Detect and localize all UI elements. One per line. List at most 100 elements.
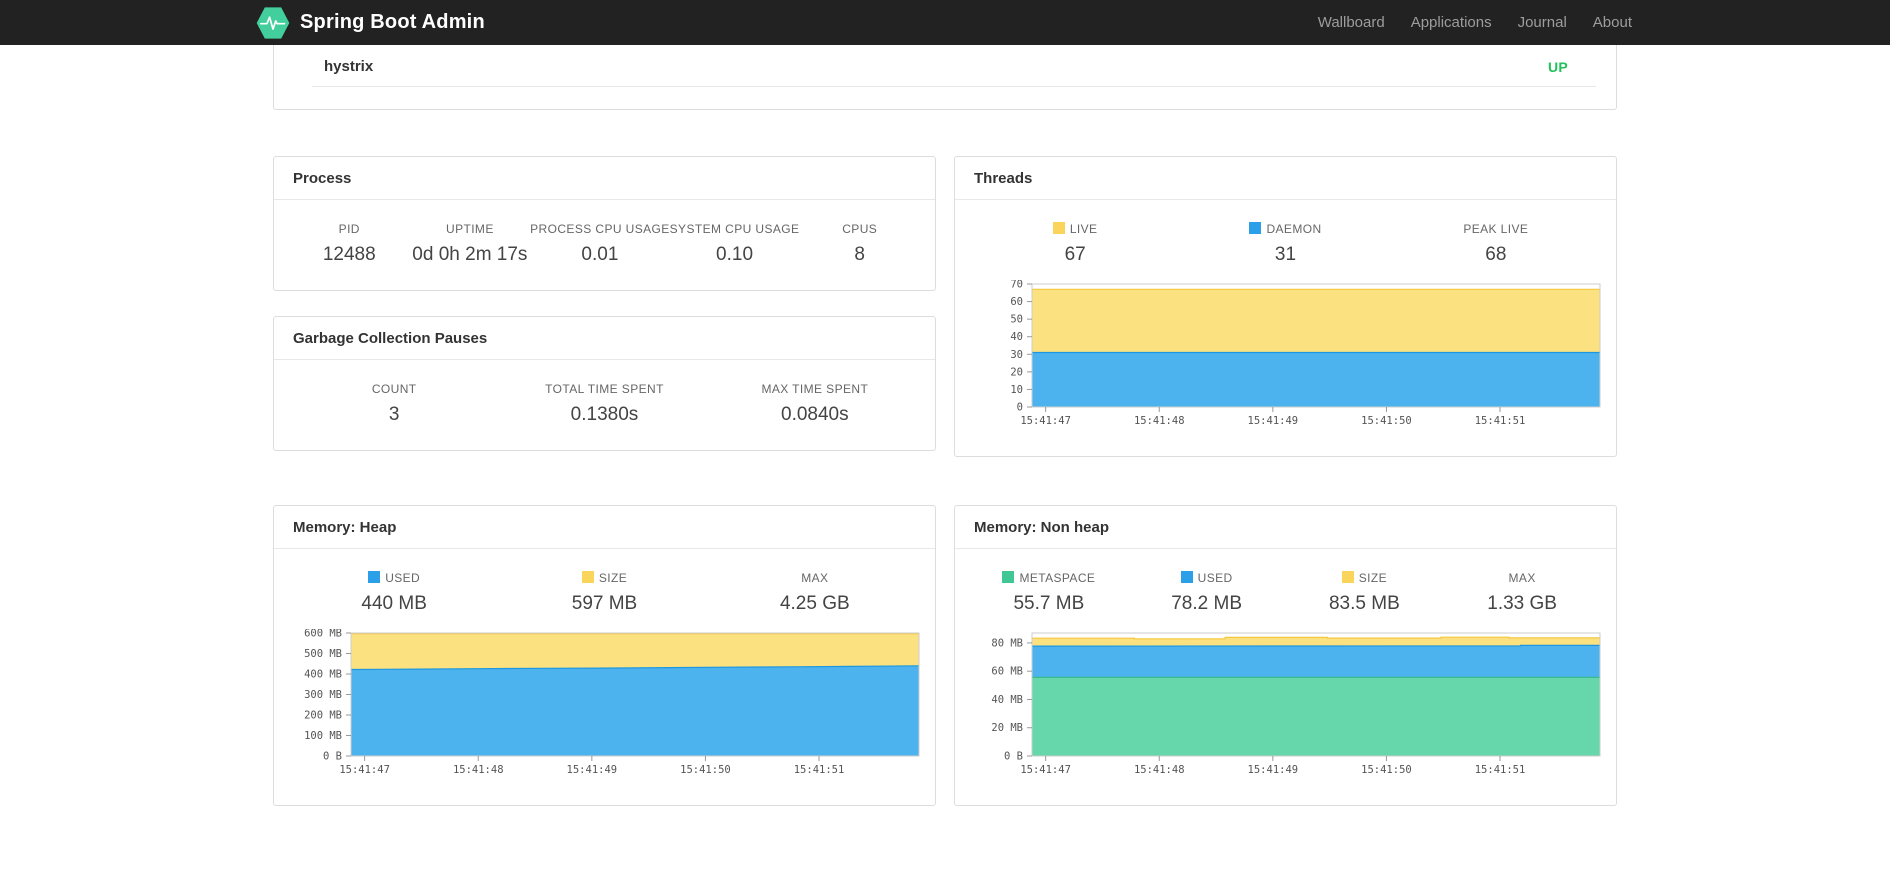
memory-nonheap-panel: Memory: Non heap METASPACE 55.7 MB USED 78.… <box>954 505 1617 806</box>
stat-value: 1.33 GB <box>1487 593 1557 614</box>
stat-label: COUNT <box>371 382 417 396</box>
memory-nonheap-stats: METASPACE 55.7 MB USED 78.2 MB SIZE 83.5 MB MA… <box>970 571 1601 615</box>
svg-text:60 MB: 60 MB <box>991 666 1023 678</box>
svg-text:0 B: 0 B <box>1004 751 1023 763</box>
process-panel: Process PID 12488 UPTIME 0d 0h 2m 17s PROCES… <box>273 156 936 291</box>
stat-value: 55.7 MB <box>1013 593 1085 614</box>
application-name-link[interactable]: hystrix <box>324 58 373 75</box>
stat-label: PID <box>338 222 360 236</box>
stat-process-cpu-usage: PROCESS CPU USAGE 0.01 <box>530 222 670 266</box>
gc-stats: COUNT 3 TOTAL TIME SPENT 0.1380s MAX TIME SP… <box>289 382 920 426</box>
process-panel-title: Process <box>274 157 935 200</box>
stat-value: 4.25 GB <box>779 593 850 614</box>
svg-text:15:41:51: 15:41:51 <box>794 764 845 776</box>
svg-text:30: 30 <box>1010 349 1023 361</box>
main-content: hystrix UP Process PID 12488 UPTIME 0d 0h 2… <box>273 45 1617 806</box>
navbar: Spring Boot Admin Wallboard Applications J… <box>0 0 1890 45</box>
memory-heap-chart[interactable]: 0 B 100 MB 200 MB 300 MB 400 MB 500 MB 600 MB 1… <box>289 629 922 781</box>
memory-heap-panel-title: Memory: Heap <box>274 506 935 549</box>
stat-label: USED <box>1128 571 1286 585</box>
svg-text:15:41:50: 15:41:50 <box>1361 415 1412 427</box>
svg-text:15:41:49: 15:41:49 <box>567 764 618 776</box>
nav-link-applications[interactable]: Applications <box>1398 14 1505 31</box>
stat-label: SIZE <box>499 571 709 585</box>
threads-chart[interactable]: 0 10 20 30 40 50 60 70 15:41:47 15:41:48 15:41:49 1… <box>970 280 1603 432</box>
svg-text:15:41:48: 15:41:48 <box>1134 764 1185 776</box>
stat-label: LIVE <box>970 222 1180 236</box>
svg-text:200 MB: 200 MB <box>304 710 342 722</box>
svg-text:15:41:51: 15:41:51 <box>1475 415 1526 427</box>
stat-value: 68 <box>1485 244 1507 265</box>
stat-system-cpu-usage: SYSTEM CPU USAGE 0.10 <box>670 222 800 266</box>
svg-text:15:41:50: 15:41:50 <box>680 764 731 776</box>
stat-used: USED 440 MB <box>289 571 499 615</box>
svg-text:15:41:47: 15:41:47 <box>1020 415 1071 427</box>
stat-value: 83.5 MB <box>1328 593 1400 614</box>
stat-value: 0.01 <box>581 244 619 265</box>
application-row[interactable]: hystrix UP <box>274 45 1616 86</box>
nav-item-applications: Applications <box>1398 14 1505 31</box>
application-details-panel: hystrix UP <box>273 45 1617 110</box>
stat-label: METASPACE <box>970 571 1128 585</box>
stat-label: SIZE <box>1286 571 1444 585</box>
stat-label: MAX <box>801 571 829 585</box>
process-stats: PID 12488 UPTIME 0d 0h 2m 17s PROCESS CPU US… <box>289 222 920 266</box>
threads-stats: LIVE 67 DAEMON 31 PEAK LIVE 68 <box>970 222 1601 266</box>
stat-uptime: UPTIME 0d 0h 2m 17s <box>410 222 531 266</box>
stat-label: USED <box>289 571 499 585</box>
nav-item-journal: Journal <box>1505 14 1580 31</box>
stat-label: CPUS <box>842 222 878 236</box>
stat-cpus: CPUS 8 <box>799 222 920 266</box>
svg-text:300 MB: 300 MB <box>304 689 342 701</box>
memory-heap-stats: USED 440 MB SIZE 597 MB MAX 4.25 GB <box>289 571 920 615</box>
legend-swatch-live-icon <box>1052 222 1065 234</box>
stat-value: 8 <box>854 244 865 265</box>
legend-swatch-daemon-icon <box>1249 222 1262 234</box>
nav-link-wallboard[interactable]: Wallboard <box>1305 14 1398 31</box>
memory-heap-panel: Memory: Heap USED 440 MB SIZE 597 MB MAX 4.25… <box>273 505 936 806</box>
stat-value: 0d 0h 2m 17s <box>412 244 528 265</box>
stat-value: 597 MB <box>571 593 638 614</box>
stat-live: LIVE 67 <box>970 222 1180 266</box>
nav-link-about[interactable]: About <box>1580 14 1634 31</box>
stat-label: MAX TIME SPENT <box>761 382 869 396</box>
svg-text:15:41:49: 15:41:49 <box>1248 764 1299 776</box>
brand-link[interactable]: Spring Boot Admin <box>256 6 485 40</box>
stat-count: COUNT 3 <box>289 382 499 426</box>
svg-text:100 MB: 100 MB <box>304 730 342 742</box>
legend-swatch-used-icon <box>368 571 381 583</box>
stat-label: SYSTEM CPU USAGE <box>669 222 800 236</box>
stat-pid: PID 12488 <box>289 222 410 266</box>
stat-max: MAX 4.25 GB <box>710 571 920 615</box>
svg-text:20 MB: 20 MB <box>991 722 1023 734</box>
memory-nonheap-chart[interactable]: 0 B 20 MB 40 MB 60 MB 80 MB 15:41:47 15:41:48 1… <box>970 629 1603 781</box>
svg-text:400 MB: 400 MB <box>304 669 342 681</box>
svg-text:40 MB: 40 MB <box>991 694 1023 706</box>
nav-item-wallboard: Wallboard <box>1305 14 1398 31</box>
stat-peak-live: PEAK LIVE 68 <box>1391 222 1601 266</box>
legend-swatch-size-icon <box>1341 571 1354 583</box>
svg-text:15:41:47: 15:41:47 <box>339 764 390 776</box>
nav-link-journal[interactable]: Journal <box>1505 14 1580 31</box>
legend-swatch-used-icon <box>1180 571 1193 583</box>
svg-text:80 MB: 80 MB <box>991 637 1023 649</box>
threads-panel: Threads LIVE 67 DAEMON 31 PEAK LIVE 68 0 10 20 3… <box>954 156 1617 457</box>
svg-text:0: 0 <box>1017 402 1023 414</box>
application-status-badge: UP <box>1547 58 1568 75</box>
svg-text:0 B: 0 B <box>323 751 342 763</box>
svg-text:50: 50 <box>1010 314 1023 326</box>
svg-text:20: 20 <box>1010 366 1023 378</box>
stat-value: 440 MB <box>361 593 427 614</box>
stat-daemon: DAEMON 31 <box>1180 222 1390 266</box>
stat-max-time-spent: MAX TIME SPENT 0.0840s <box>710 382 920 426</box>
panel-bottom-spacer <box>274 87 1616 109</box>
stat-value: 0.1380s <box>570 404 639 425</box>
stat-label: TOTAL TIME SPENT <box>545 382 664 396</box>
navbar-menu: Wallboard Applications Journal About <box>1305 14 1634 31</box>
stat-value: 0.10 <box>716 244 754 265</box>
stat-value: 0.0840s <box>781 404 849 425</box>
memory-nonheap-panel-title: Memory: Non heap <box>955 506 1616 549</box>
legend-swatch-size-icon <box>581 571 594 583</box>
stat-label: UPTIME <box>446 222 494 236</box>
svg-text:15:41:48: 15:41:48 <box>453 764 504 776</box>
